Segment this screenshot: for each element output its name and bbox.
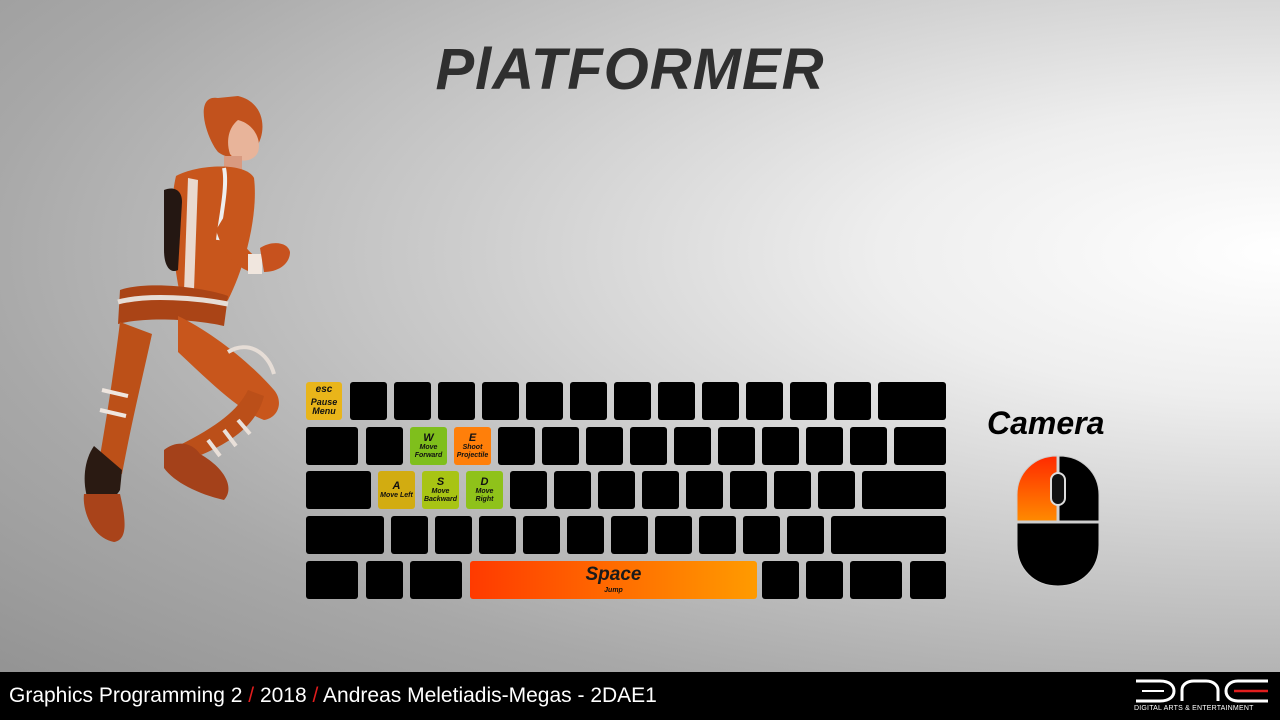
key-alt-right — [762, 561, 799, 599]
key-d: D Move Right — [466, 471, 503, 509]
key — [523, 516, 560, 554]
key — [699, 516, 736, 554]
key-ctrl-right — [910, 561, 946, 599]
key — [658, 382, 695, 420]
key-esc-action: Pause Menu — [310, 396, 338, 417]
key-s-label: S — [436, 475, 445, 488]
key-esc-label: esc — [315, 384, 333, 396]
key-backspace — [878, 382, 946, 420]
key — [479, 516, 516, 554]
year: 2018 — [259, 684, 307, 707]
key-fn — [806, 561, 843, 599]
key — [630, 427, 667, 465]
separator: / — [312, 684, 319, 707]
key — [642, 471, 679, 509]
key-e-label: E — [468, 431, 477, 444]
key-space-action: Jump — [604, 587, 623, 595]
dae-logo: DIGITAL ARTS & ENTERTAINMENT — [1134, 678, 1270, 716]
key — [526, 382, 563, 420]
key — [787, 516, 824, 554]
key — [510, 471, 547, 509]
key-w: W Move Forward — [410, 427, 447, 465]
dae-logo-mark — [1136, 679, 1268, 703]
key-alt-left — [410, 561, 462, 599]
camera-label: Camera — [987, 405, 1105, 441]
key — [350, 382, 387, 420]
course-name: Graphics Programming 2 — [9, 684, 243, 707]
key — [542, 427, 579, 465]
key — [498, 427, 535, 465]
key-q — [366, 427, 403, 465]
key-caps — [306, 471, 371, 509]
key-a-action: Move Left — [380, 492, 413, 500]
key — [614, 382, 651, 420]
key-s-action: Move Backward — [423, 488, 458, 503]
key — [598, 471, 635, 509]
key-e: E Shoot Projectile — [454, 427, 491, 465]
key — [655, 516, 692, 554]
key — [394, 382, 431, 420]
key-enter — [862, 471, 946, 509]
key — [790, 382, 827, 420]
key — [554, 471, 591, 509]
key — [686, 471, 723, 509]
key-a: A Move Left — [378, 471, 415, 509]
key-w-action: Move Forward — [414, 444, 443, 459]
key-shift-left — [306, 516, 384, 554]
key — [806, 427, 843, 465]
key-w-label: W — [423, 431, 434, 444]
key-win — [366, 561, 403, 599]
key — [435, 516, 472, 554]
key — [611, 516, 648, 554]
key-d-action: Move Right — [475, 488, 494, 503]
key — [834, 382, 871, 420]
key-e-action: Shoot Projectile — [456, 444, 489, 459]
key — [818, 471, 855, 509]
key — [567, 516, 604, 554]
character-illustration — [83, 96, 290, 542]
footer-bar: Graphics Programming 2 / 2018 / Andreas … — [0, 672, 1280, 720]
key — [702, 382, 739, 420]
key-shift-right — [831, 516, 946, 554]
key — [762, 427, 799, 465]
key-s: S Move Backward — [422, 471, 459, 509]
key — [482, 382, 519, 420]
key — [850, 427, 887, 465]
mouse-icon — [1016, 455, 1100, 587]
key — [746, 382, 783, 420]
key-a-label: A — [392, 479, 401, 492]
author: Andreas Meletiadis-Megas - 2DAE1 — [323, 684, 657, 707]
key-menu — [850, 561, 902, 599]
logo-caption: DIGITAL ARTS & ENTERTAINMENT — [1134, 705, 1254, 712]
key — [391, 516, 428, 554]
key-ctrl-left — [306, 561, 358, 599]
key-esc: esc Pause Menu — [306, 382, 342, 420]
key — [774, 471, 811, 509]
footer-credits: Graphics Programming 2 / 2018 / Andreas … — [9, 684, 657, 708]
key-space: Space Jump — [470, 561, 757, 599]
key — [743, 516, 780, 554]
key — [570, 382, 607, 420]
key — [718, 427, 755, 465]
key-backslash — [894, 427, 946, 465]
key — [674, 427, 711, 465]
separator: / — [248, 684, 255, 707]
key — [730, 471, 767, 509]
key-d-label: D — [480, 475, 489, 488]
key — [586, 427, 623, 465]
key — [438, 382, 475, 420]
key-tab — [306, 427, 358, 465]
key-space-label: Space — [585, 564, 642, 586]
